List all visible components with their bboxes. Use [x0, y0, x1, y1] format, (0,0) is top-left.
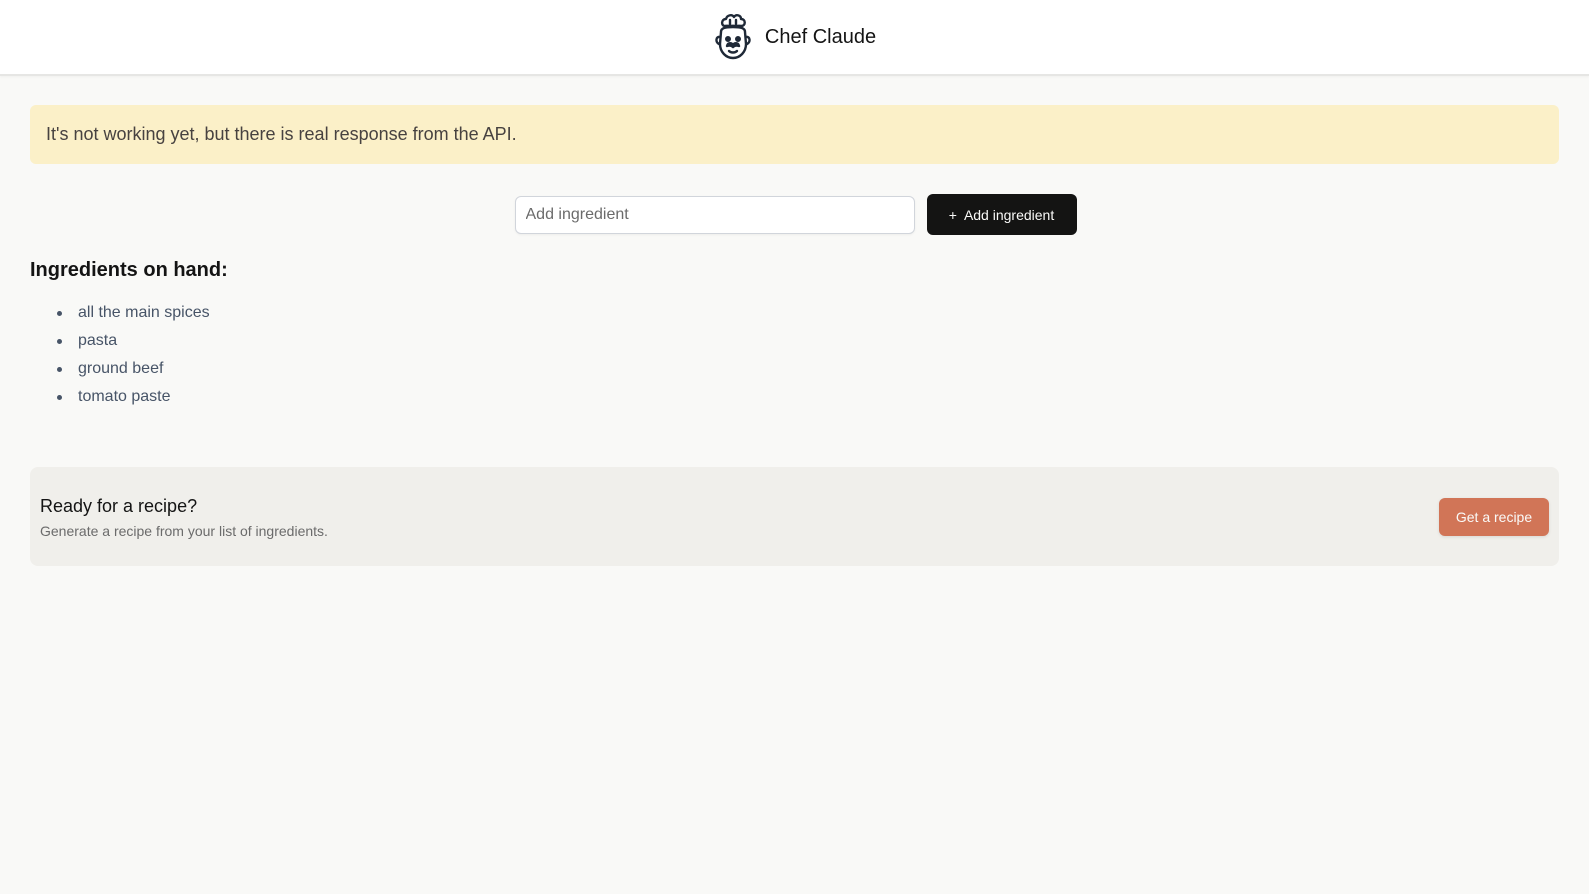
recipe-card-subtext: Generate a recipe from your list of ingr…: [40, 523, 328, 539]
ingredients-heading: Ingredients on hand:: [30, 259, 228, 281]
ingredients-section: Ingredients on hand: all the main spices…: [30, 259, 1559, 416]
ingredient-item: pasta: [57, 332, 1559, 360]
get-recipe-card: Ready for a recipe? Generate a recipe fr…: [30, 467, 1559, 566]
ingredient-input[interactable]: [514, 195, 915, 234]
recipe-card-text: Ready for a recipe? Generate a recipe fr…: [40, 494, 328, 539]
ingredient-item: ground beef: [57, 360, 1559, 388]
app-header: Chef Claude: [0, 0, 1589, 76]
main-content: It's not working yet, but there is real …: [0, 76, 1589, 566]
ingredients-list: all the main spices pasta ground beef to…: [30, 304, 1559, 416]
plus-icon: +: [948, 206, 957, 223]
notice-text: It's not working yet, but there is real …: [46, 124, 517, 144]
ingredient-item: tomato paste: [57, 388, 1559, 416]
add-ingredient-label: Add ingredient: [963, 206, 1055, 223]
app-title: Chef Claude: [764, 25, 877, 48]
get-recipe-button[interactable]: Get a recipe: [1439, 497, 1549, 536]
add-ingredient-button[interactable]: + Add ingredient: [926, 194, 1077, 235]
ingredient-item: all the main spices: [57, 304, 1559, 332]
recipe-card-heading: Ready for a recipe?: [40, 496, 198, 516]
add-ingredient-form: + Add ingredient: [30, 194, 1559, 235]
chef-icon: [713, 14, 753, 60]
notice-banner: It's not working yet, but there is real …: [30, 105, 1559, 164]
